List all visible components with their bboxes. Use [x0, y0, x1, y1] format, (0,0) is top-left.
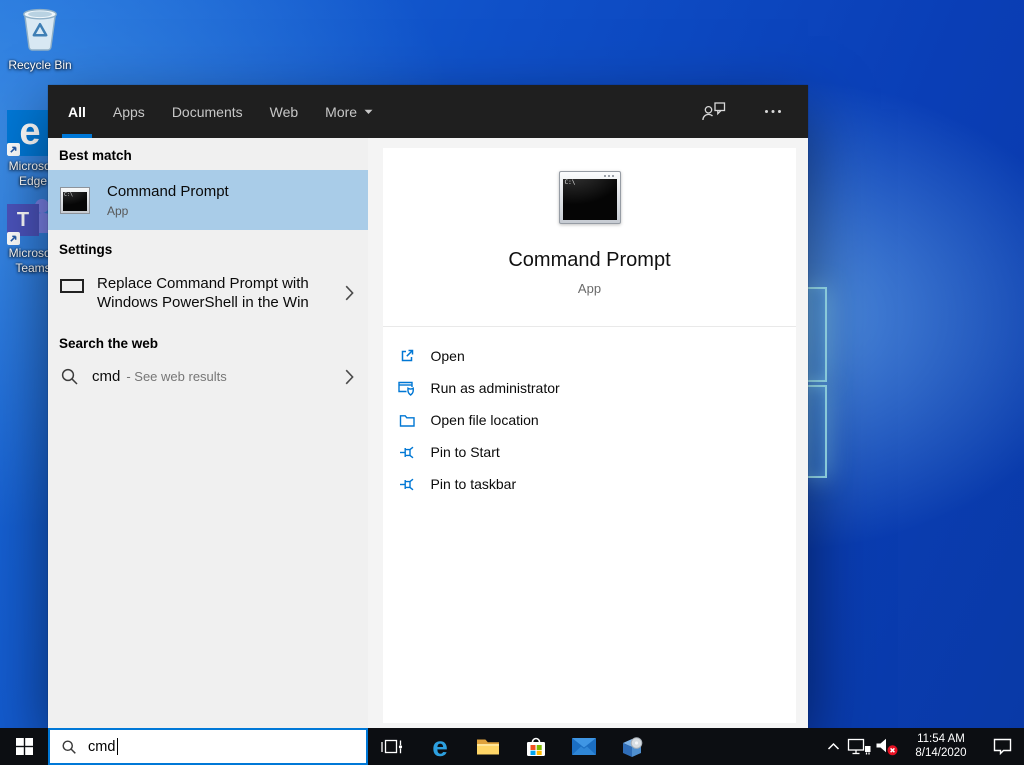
feedback-user-icon[interactable]: [702, 102, 726, 121]
desktop-icon-recycle-bin[interactable]: Recycle Bin: [4, 5, 76, 73]
search-flyout-panel: All Apps Documents Web More Best match C…: [48, 85, 808, 728]
mail-button[interactable]: [560, 728, 608, 765]
tab-web[interactable]: Web: [270, 85, 299, 138]
tab-more[interactable]: More: [325, 85, 373, 138]
open-file-location-icon: [398, 413, 417, 428]
search-results-list: Best match C:\ Command Prompt App Settin…: [48, 138, 368, 728]
chevron-right-icon: [345, 369, 354, 385]
web-query: cmd: [92, 368, 121, 385]
task-view-button[interactable]: [368, 728, 416, 765]
start-button[interactable]: [0, 728, 48, 765]
file-explorer-icon: [477, 739, 499, 755]
clock[interactable]: 11:54 AM 8/14/2020: [902, 728, 980, 765]
desktop-icon-label: Recycle Bin: [8, 58, 72, 72]
action-pin-to-start[interactable]: Pin to Start: [398, 436, 811, 468]
recycle-bin-icon: [23, 8, 57, 51]
windows-logo-icon: [15, 738, 33, 755]
tray-date: 8/14/2020: [915, 746, 967, 759]
edge-tile-icon: e: [7, 110, 53, 156]
preview-subtitle: App: [577, 281, 602, 296]
open-icon: [398, 348, 417, 364]
mail-icon: [572, 738, 596, 755]
text-caret: [117, 738, 119, 755]
tab-documents[interactable]: Documents: [172, 85, 243, 138]
action-list: Open Run as administrator Open file loca…: [369, 327, 811, 500]
shortcut-arrow-icon: [7, 232, 20, 245]
installer-button[interactable]: [608, 728, 656, 765]
action-center-icon: [993, 738, 1011, 755]
preview-card: C:\ Command Prompt App Open Run as admin…: [383, 148, 796, 723]
best-match-result-command-prompt[interactable]: C:\ Command Prompt App: [48, 170, 368, 230]
web-suffix: - See web results: [126, 369, 227, 384]
result-subtitle: App: [107, 203, 129, 218]
system-tray: 11:54 AM 8/14/2020: [820, 728, 1024, 765]
file-explorer-button[interactable]: [464, 728, 512, 765]
edge-taskbar-button[interactable]: e: [416, 728, 464, 765]
result-title: Command Prompt: [107, 182, 229, 200]
web-search-result-cmd[interactable]: cmd - See web results: [48, 358, 368, 395]
search-input-value: cmd: [88, 738, 116, 755]
console-window-icon: [60, 279, 84, 293]
preview-pane: C:\ Command Prompt App Open Run as admin…: [368, 138, 808, 728]
network-tray-button[interactable]: [846, 728, 872, 765]
tray-time: 11:54 AM: [917, 733, 965, 745]
installer-icon: [623, 736, 643, 757]
action-center-button[interactable]: [980, 728, 1024, 765]
taskbar: cmd e 11:54 AM 8/14/2020: [0, 728, 1024, 765]
volume-muted-icon: [876, 738, 897, 756]
pin-to-start-icon: [398, 444, 417, 460]
edge-icon: e: [432, 730, 448, 762]
chevron-right-icon: [345, 285, 354, 301]
tab-all[interactable]: All: [62, 85, 92, 138]
desktop: Recycle Bin e Microsoft Edge T Microsoft…: [0, 0, 1024, 765]
settings-header: Settings: [59, 242, 113, 257]
chevron-up-icon: [827, 742, 839, 750]
search-web-header: Search the web: [59, 336, 159, 351]
ethernet-network-icon: [847, 738, 871, 754]
tab-apps[interactable]: Apps: [113, 85, 145, 138]
ellipsis-menu-icon[interactable]: [764, 109, 782, 114]
preview-title: Command Prompt: [508, 249, 671, 271]
volume-tray-button[interactable]: [872, 728, 902, 765]
command-prompt-icon: C:\: [60, 186, 90, 214]
action-open[interactable]: Open: [398, 340, 811, 372]
result-title: Replace Command Prompt with Windows Powe…: [97, 275, 309, 311]
taskbar-search-input[interactable]: cmd: [48, 728, 368, 765]
search-filter-bar: All Apps Documents Web More: [48, 85, 808, 138]
action-run-as-administrator[interactable]: Run as administrator: [397, 372, 811, 404]
tray-overflow-button[interactable]: [820, 728, 846, 765]
action-open-file-location[interactable]: Open file location: [398, 404, 811, 436]
action-pin-to-taskbar[interactable]: Pin to taskbar: [398, 468, 811, 500]
microsoft-store-icon: [527, 737, 545, 756]
search-icon: [60, 367, 79, 386]
search-icon: [62, 739, 76, 754]
store-button[interactable]: [512, 728, 560, 765]
command-prompt-icon-large: C:\: [558, 171, 621, 224]
settings-result-replace-cmd[interactable]: Replace Command Prompt with Windows Powe…: [48, 264, 368, 324]
pin-to-taskbar-icon: [398, 476, 417, 492]
best-match-header: Best match: [59, 148, 132, 163]
run-as-admin-icon: [397, 380, 417, 396]
chevron-down-icon: [364, 109, 373, 115]
shortcut-arrow-icon: [7, 143, 20, 156]
task-view-icon: [381, 739, 403, 753]
